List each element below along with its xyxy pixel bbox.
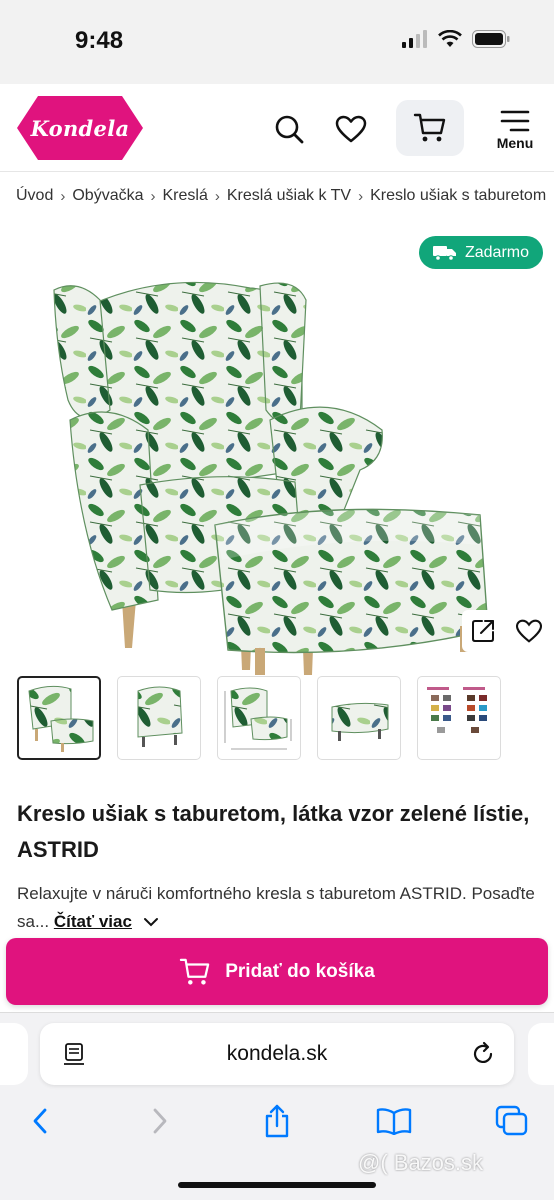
product-main-image[interactable] <box>40 270 510 675</box>
chevron-down-icon[interactable] <box>143 908 159 936</box>
free-delivery-label: Zadarmo <box>464 243 530 261</box>
wishlist-button[interactable] <box>330 108 372 150</box>
wifi-icon <box>438 30 462 47</box>
thumbnail-strip <box>17 676 501 760</box>
status-bar: 9:48 <box>0 0 554 84</box>
color-swatches-thumbnail-image <box>427 687 487 733</box>
bookmarks-button[interactable] <box>372 1099 416 1143</box>
product-title: Kreslo ušiak s taburetom, látka vzor zel… <box>17 801 530 862</box>
heart-icon <box>515 619 543 643</box>
delivery-truck-icon <box>432 245 456 261</box>
thumbnail-3[interactable] <box>217 676 301 760</box>
chevron-right-icon: › <box>150 187 156 205</box>
address-text[interactable]: kondela.sk <box>40 1023 514 1085</box>
thumbnail-4[interactable] <box>317 676 401 760</box>
address-bar[interactable]: kondela.sk <box>40 1023 514 1085</box>
heart-icon <box>335 115 367 143</box>
breadcrumb-item-living-room[interactable]: Obývačka <box>72 187 143 205</box>
thumbnail-5[interactable] <box>417 676 501 760</box>
share-icon <box>472 620 494 642</box>
site-header: Kondela Menu <box>0 84 554 172</box>
product-description: Relaxujte v náruči komfortného kresla s … <box>17 880 537 936</box>
breadcrumb-item-armchairs[interactable]: Kreslá <box>163 187 208 205</box>
search-icon <box>275 115 304 144</box>
status-time: 9:48 <box>75 27 124 54</box>
kondela-logo[interactable]: Kondela <box>16 94 144 162</box>
chevron-right-icon: › <box>358 187 364 205</box>
thumbnail-2[interactable] <box>117 676 201 760</box>
battery-icon <box>472 30 510 48</box>
chevron-right-icon <box>153 1108 167 1134</box>
hamburger-icon <box>500 110 530 132</box>
share-icon <box>265 1104 289 1138</box>
cart-icon <box>180 958 210 985</box>
armchair-thumbnail-image <box>137 686 183 747</box>
tabs-button[interactable] <box>490 1099 534 1143</box>
browser-nav-row <box>0 1099 554 1145</box>
cart-icon <box>413 113 446 142</box>
thumbnail-1[interactable] <box>17 676 101 760</box>
logo-text: Kondela <box>30 115 130 141</box>
book-icon <box>376 1108 412 1135</box>
footstool-thumbnail-image <box>331 702 389 741</box>
share-sheet-button[interactable] <box>255 1099 299 1143</box>
read-more-link[interactable]: Čítať viac <box>54 912 132 931</box>
breadcrumb: Úvod › Obývačka › Kreslá › Kreslá ušiak … <box>16 184 554 208</box>
previous-tab-preview[interactable] <box>0 1023 28 1085</box>
tabs-icon <box>495 1105 528 1136</box>
search-button[interactable] <box>268 108 310 150</box>
chevron-left-icon <box>33 1108 47 1134</box>
bazos-watermark: @( Bazos.sk <box>358 1150 484 1175</box>
menu-label: Menu <box>496 135 534 151</box>
share-button[interactable] <box>462 610 504 652</box>
next-tab-preview[interactable] <box>528 1023 554 1085</box>
armchair-thumbnail-image <box>28 685 94 752</box>
breadcrumb-item-current[interactable]: Kreslo ušiak s taburetom <box>370 187 546 205</box>
home-indicator[interactable] <box>178 1182 376 1188</box>
chevron-right-icon: › <box>60 187 66 205</box>
menu-button[interactable]: Menu <box>488 102 542 158</box>
add-to-cart-button[interactable]: Pridať do košíka <box>6 938 548 1005</box>
breadcrumb-item-wing-chairs[interactable]: Kreslá ušiak k TV <box>227 187 351 205</box>
free-delivery-badge: Zadarmo <box>419 236 543 269</box>
reload-icon[interactable] <box>470 1041 496 1072</box>
status-icons <box>402 30 510 48</box>
signal-icon <box>402 30 427 48</box>
back-button[interactable] <box>18 1099 62 1143</box>
cart-button[interactable] <box>396 100 464 156</box>
favorite-button[interactable] <box>508 610 550 652</box>
armchair-dimensions-thumbnail-image <box>224 687 292 750</box>
chevron-right-icon: › <box>214 187 220 205</box>
add-to-cart-label: Pridať do košíka <box>225 960 375 982</box>
forward-button[interactable] <box>138 1099 182 1143</box>
breadcrumb-item-home[interactable]: Úvod <box>16 187 53 205</box>
